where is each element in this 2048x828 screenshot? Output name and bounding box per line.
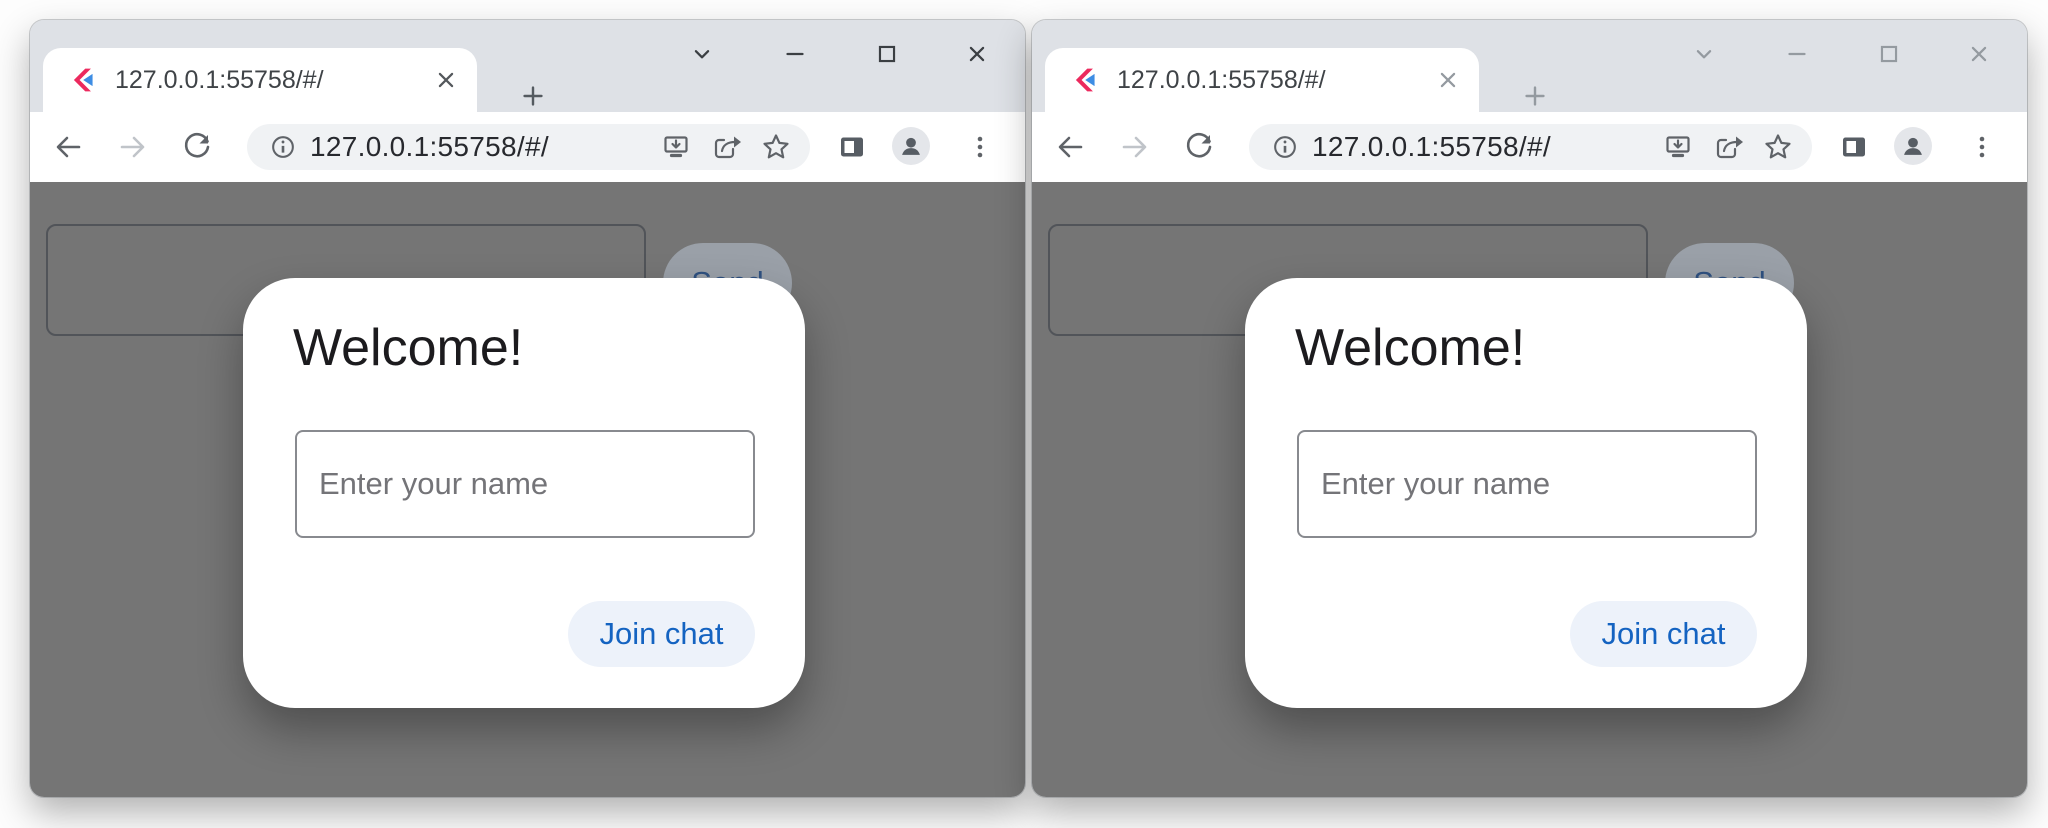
more-menu-icon[interactable]: [1966, 131, 1998, 163]
tab-search-chevron-icon[interactable]: [1689, 39, 1719, 69]
url-text: 127.0.0.1:55758/#/: [1312, 131, 1662, 163]
site-info-icon[interactable]: [268, 132, 298, 162]
name-input[interactable]: [295, 430, 755, 538]
browser-tab[interactable]: 127.0.0.1:55758/#/: [43, 48, 477, 112]
page-content-dimmed: Send Welcome! Join chat: [1032, 182, 2027, 797]
flet-logo-icon: [1071, 67, 1097, 93]
maximize-button[interactable]: [872, 39, 902, 69]
tab-close-icon[interactable]: [431, 65, 461, 95]
join-chat-button[interactable]: Join chat: [1570, 601, 1757, 667]
maximize-button[interactable]: [1874, 39, 1904, 69]
install-app-icon[interactable]: [660, 131, 692, 163]
forward-button[interactable]: [1119, 131, 1151, 163]
tab-strip: 127.0.0.1:55758/#/: [1032, 20, 2027, 112]
tab-strip: 127.0.0.1:55758/#/: [30, 20, 1025, 112]
forward-button[interactable]: [117, 131, 149, 163]
address-bar[interactable]: 127.0.0.1:55758/#/: [1249, 124, 1812, 170]
reload-button[interactable]: [181, 131, 213, 163]
tab-close-icon[interactable]: [1433, 65, 1463, 95]
browser-tab[interactable]: 127.0.0.1:55758/#/: [1045, 48, 1479, 112]
install-app-icon[interactable]: [1662, 131, 1694, 163]
side-panel-icon[interactable]: [1838, 131, 1870, 163]
share-icon[interactable]: [1712, 131, 1744, 163]
window-close-button[interactable]: [962, 39, 992, 69]
page-content-dimmed: Send Welcome! Join chat: [30, 182, 1025, 797]
name-input[interactable]: [1297, 430, 1757, 538]
side-panel-icon[interactable]: [836, 131, 868, 163]
profile-avatar[interactable]: [892, 127, 930, 165]
back-button[interactable]: [1054, 131, 1086, 163]
back-button[interactable]: [52, 131, 84, 163]
desktop: 127.0.0.1:55758/#/ 127.0.0.1:55758/#/: [0, 0, 2048, 828]
new-tab-button[interactable]: [1520, 81, 1550, 111]
share-icon[interactable]: [710, 131, 742, 163]
tab-search-chevron-icon[interactable]: [687, 39, 717, 69]
profile-avatar[interactable]: [1894, 127, 1932, 165]
window-close-button[interactable]: [1964, 39, 1994, 69]
browser-window-right: 127.0.0.1:55758/#/ 127.0.0.1:55758/#/: [1032, 20, 2027, 797]
reload-button[interactable]: [1183, 131, 1215, 163]
welcome-dialog: Welcome! Join chat: [1245, 278, 1807, 708]
tab-title: 127.0.0.1:55758/#/: [115, 66, 415, 95]
site-info-icon[interactable]: [1270, 132, 1300, 162]
url-text: 127.0.0.1:55758/#/: [310, 131, 660, 163]
join-chat-button[interactable]: Join chat: [568, 601, 755, 667]
bookmark-star-icon[interactable]: [760, 131, 792, 163]
browser-toolbar: 127.0.0.1:55758/#/: [1032, 112, 2027, 182]
dialog-title: Welcome!: [1295, 318, 1525, 378]
browser-toolbar: 127.0.0.1:55758/#/: [30, 112, 1025, 182]
new-tab-button[interactable]: [518, 81, 548, 111]
address-bar[interactable]: 127.0.0.1:55758/#/: [247, 124, 810, 170]
more-menu-icon[interactable]: [964, 131, 996, 163]
tab-title: 127.0.0.1:55758/#/: [1117, 66, 1417, 95]
minimize-button[interactable]: [1782, 39, 1812, 69]
minimize-button[interactable]: [780, 39, 810, 69]
flet-logo-icon: [69, 67, 95, 93]
welcome-dialog: Welcome! Join chat: [243, 278, 805, 708]
dialog-title: Welcome!: [293, 318, 523, 378]
bookmark-star-icon[interactable]: [1762, 131, 1794, 163]
browser-window-left: 127.0.0.1:55758/#/ 127.0.0.1:55758/#/: [30, 20, 1025, 797]
